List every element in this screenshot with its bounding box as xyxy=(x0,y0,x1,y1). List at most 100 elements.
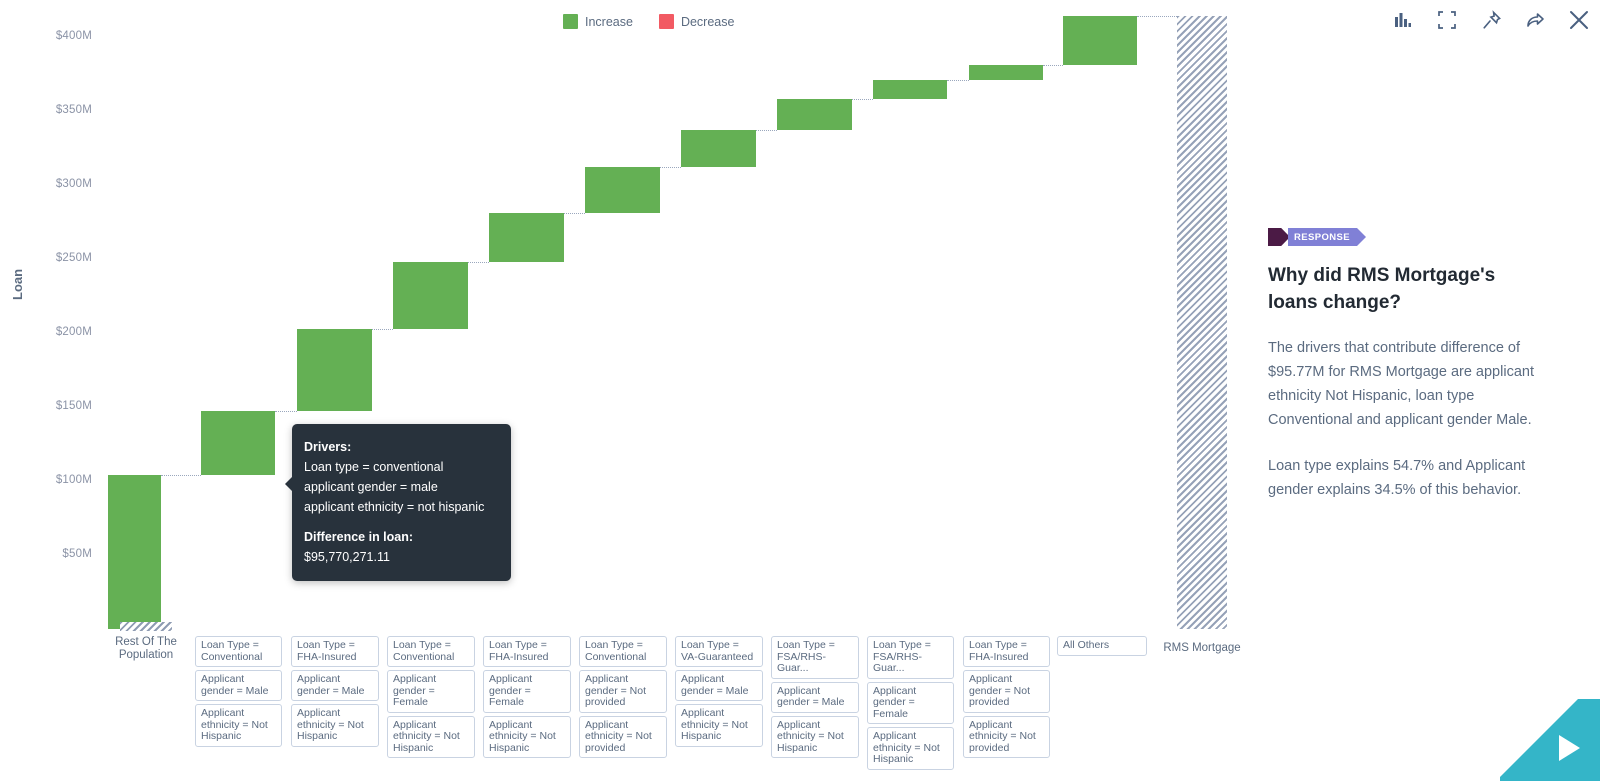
y-axis-tick: $50M xyxy=(62,548,92,560)
waterfall-bar[interactable] xyxy=(777,99,852,131)
toolbar xyxy=(1392,4,1590,36)
x-axis-chip[interactable]: Loan Type = FHA-Insured xyxy=(291,636,379,667)
x-axis-chip[interactable]: Applicant gender = Female xyxy=(483,670,571,713)
response-paragraph-2: Loan type explains 54.7% and Applicant g… xyxy=(1268,458,1526,498)
waterfall-bar[interactable] xyxy=(969,65,1043,80)
x-axis-chip[interactable]: Applicant ethnicity = Not Hispanic xyxy=(195,704,282,747)
x-axis-category: Loan Type = Conventional Applicant gender… xyxy=(579,636,667,761)
tooltip-drivers-heading: Drivers: xyxy=(304,440,352,454)
tooltip-spacer xyxy=(304,517,497,527)
waterfall-bar[interactable] xyxy=(393,261,468,329)
x-axis-chip[interactable]: Applicant gender = Female xyxy=(867,681,954,724)
waterfall-connector xyxy=(564,213,585,215)
y-axis-ticks: $400M $350M $300M $250M $200M $150M $100M $50M xyxy=(0,0,92,640)
x-axis-category: Loan Type = FSA/RHS-Guar... Applicant gen… xyxy=(867,636,954,773)
pin-icon[interactable] xyxy=(1480,9,1502,31)
waterfall-connector xyxy=(161,475,201,477)
waterfall-connector xyxy=(660,167,681,169)
response-paragraph-1: The drivers that contribute difference o… xyxy=(1268,340,1534,428)
x-axis-category: Loan Type = FHA-Insured Applicant gender … xyxy=(483,636,571,761)
waterfall-connector xyxy=(468,261,489,263)
x-axis-chip[interactable]: Applicant gender = Not provided xyxy=(579,670,667,713)
close-icon[interactable] xyxy=(1568,9,1590,31)
x-axis-chip[interactable]: Loan Type = Conventional xyxy=(579,636,667,667)
x-axis-chip[interactable]: Applicant ethnicity = Not Hispanic xyxy=(675,704,763,747)
tooltip-driver-line-3: applicant ethnicity = not hispanic xyxy=(304,500,485,514)
x-axis-chip[interactable]: Applicant ethnicity = Not provided xyxy=(963,715,1050,758)
response-badge: RESPONSE xyxy=(1268,228,1540,246)
x-axis-category: Loan Type = Conventional Applicant gender… xyxy=(387,636,475,761)
waterfall-explanation-screen: Increase Decrease Loan $400M $350M $300M $2… xyxy=(0,0,1600,781)
waterfall-bar[interactable] xyxy=(297,328,372,412)
x-axis-chip[interactable]: Applicant ethnicity = Not Hispanic xyxy=(867,727,954,770)
badge-label: RESPONSE xyxy=(1288,228,1366,246)
x-axis-chip[interactable]: Applicant gender = Male xyxy=(771,681,859,713)
waterfall-connector xyxy=(372,328,393,330)
x-label-rest-of-population: Rest Of The Population xyxy=(113,622,179,662)
y-axis-tick: $400M xyxy=(55,30,92,42)
y-axis-tick: $250M xyxy=(55,252,92,264)
x-axis-chip[interactable]: Applicant gender = Male xyxy=(675,670,763,701)
waterfall-bar[interactable] xyxy=(489,213,564,262)
x-axis-chip[interactable]: Applicant gender = Female xyxy=(387,670,475,713)
waterfall-bar[interactable] xyxy=(585,167,660,214)
waterfall-connector xyxy=(852,99,873,101)
x-axis-chip[interactable]: Applicant gender = Male xyxy=(291,670,379,701)
x-label-rms-mortgage: RMS Mortgage xyxy=(1163,642,1241,654)
x-axis-chip[interactable]: Applicant gender = Not provided xyxy=(963,670,1050,713)
share-icon[interactable] xyxy=(1524,9,1546,31)
waterfall-connector xyxy=(275,411,297,413)
waterfall-bar[interactable] xyxy=(681,130,756,168)
x-axis-chip[interactable]: Loan Type = FHA-Insured xyxy=(483,636,571,667)
y-axis-tick: $100M xyxy=(55,474,92,486)
play-icon xyxy=(1559,735,1580,761)
waterfall-bar[interactable] xyxy=(1063,16,1137,66)
waterfall-bar-base[interactable] xyxy=(108,475,161,629)
tooltip-driver-line-1: Loan type = conventional xyxy=(304,460,444,474)
x-axis-chip[interactable]: All Others xyxy=(1057,636,1147,656)
rest-of-population-swatch xyxy=(120,622,172,631)
x-axis-chip[interactable]: Applicant gender = Male xyxy=(195,670,282,701)
waterfall-bar-total[interactable] xyxy=(1177,16,1227,629)
y-axis-tick: $350M xyxy=(55,104,92,116)
bar-chart-icon[interactable] xyxy=(1392,9,1414,31)
x-axis-chip[interactable]: Loan Type = Conventional xyxy=(195,636,282,667)
play-tour-button[interactable] xyxy=(1500,699,1600,781)
tooltip-difference-heading: Difference in loan: xyxy=(304,530,414,544)
x-axis-category: All Others xyxy=(1057,636,1147,659)
tooltip-difference-value: $95,770,271.11 xyxy=(304,550,390,564)
tooltip-driver-line-2: applicant gender = male xyxy=(304,480,438,494)
x-axis-category: Loan Type = FHA-Insured Applicant gender … xyxy=(291,636,379,750)
tooltip-arrow xyxy=(285,476,293,492)
plot-area xyxy=(108,0,1250,640)
x-axis-chip[interactable]: Applicant ethnicity = Not Hispanic xyxy=(291,704,379,747)
waterfall-chart: Loan $400M $350M $300M $250M $200M $150M $100M… xyxy=(0,0,1260,781)
x-axis-chip[interactable]: Applicant ethnicity = Not Hispanic xyxy=(483,715,571,758)
waterfall-bar[interactable] xyxy=(873,79,947,100)
x-axis-labels: Rest Of The Population RMS Mortgage Loan… xyxy=(0,622,1260,781)
x-axis-chip[interactable]: Applicant ethnicity = Not provided xyxy=(579,715,667,758)
x-axis-category: Loan Type = VA-Guaranteed Applicant gende… xyxy=(675,636,763,750)
x-axis-chip[interactable]: Applicant ethnicity = Not Hispanic xyxy=(771,715,859,758)
waterfall-connector xyxy=(1137,16,1177,18)
y-axis-tick: $150M xyxy=(55,400,92,412)
badge-arrow-icon xyxy=(1268,228,1290,246)
corner-triangle xyxy=(1500,699,1600,781)
response-panel: RESPONSE Why did RMS Mortgage's loans ch… xyxy=(1268,228,1540,524)
x-axis-chip[interactable]: Loan Type = VA-Guaranteed xyxy=(675,636,763,667)
x-axis-category: Loan Type = Conventional Applicant gender… xyxy=(195,636,282,750)
waterfall-connector xyxy=(756,130,777,132)
waterfall-connector xyxy=(947,79,969,81)
bar-tooltip: Drivers: Loan type = conventional applic… xyxy=(285,424,511,581)
rest-of-population-label: Rest Of The Population xyxy=(115,636,177,661)
waterfall-bar[interactable] xyxy=(201,411,275,476)
x-axis-chip[interactable]: Loan Type = FSA/RHS-Guar... xyxy=(771,636,859,679)
y-axis-tick: $200M xyxy=(55,326,92,338)
x-axis-chip[interactable]: Loan Type = FSA/RHS-Guar... xyxy=(867,636,954,679)
x-axis-chip[interactable]: Applicant ethnicity = Not Hispanic xyxy=(387,715,475,758)
x-axis-chip[interactable]: Loan Type = Conventional xyxy=(387,636,475,667)
x-axis-chip[interactable]: Loan Type = FHA-Insured xyxy=(963,636,1050,667)
x-axis-category: Loan Type = FSA/RHS-Guar... Applicant gen… xyxy=(771,636,859,761)
fullscreen-icon[interactable] xyxy=(1436,9,1458,31)
waterfall-connector xyxy=(1043,65,1063,67)
